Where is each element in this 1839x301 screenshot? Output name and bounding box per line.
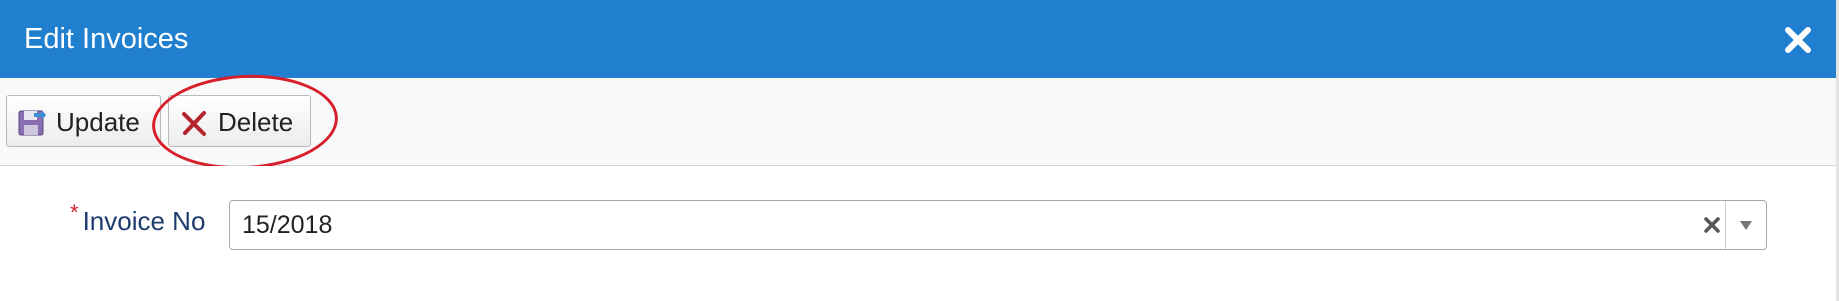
- dropdown-arrow-icon: [1740, 221, 1752, 230]
- required-marker: *: [70, 200, 79, 225]
- save-icon: [18, 110, 46, 136]
- dialog-titlebar: Edit Invoices: [0, 0, 1839, 78]
- close-button[interactable]: [1782, 24, 1814, 56]
- delete-button-label: Delete: [218, 107, 294, 137]
- invoice-no-label-text: Invoice No: [82, 206, 206, 236]
- delete-button[interactable]: Delete: [168, 95, 311, 147]
- invoice-no-combobox[interactable]: 15/2018: [229, 200, 1767, 250]
- update-button[interactable]: Update: [6, 95, 161, 147]
- toolbar: Update Delete: [0, 78, 1839, 166]
- invoice-no-label: * Invoice No: [70, 200, 206, 240]
- clear-icon[interactable]: [1702, 215, 1722, 235]
- dropdown-button[interactable]: [1725, 201, 1766, 249]
- delete-x-icon: [182, 111, 206, 136]
- invoice-no-value[interactable]: 15/2018: [242, 209, 332, 241]
- close-icon: [1785, 27, 1811, 53]
- dialog-title: Edit Invoices: [24, 23, 189, 55]
- invoice-form: * Invoice No 15/2018: [0, 166, 1839, 301]
- update-button-label: Update: [56, 107, 140, 137]
- edit-invoices-dialog: Edit Invoices Update Delete * Invoice No…: [0, 0, 1839, 301]
